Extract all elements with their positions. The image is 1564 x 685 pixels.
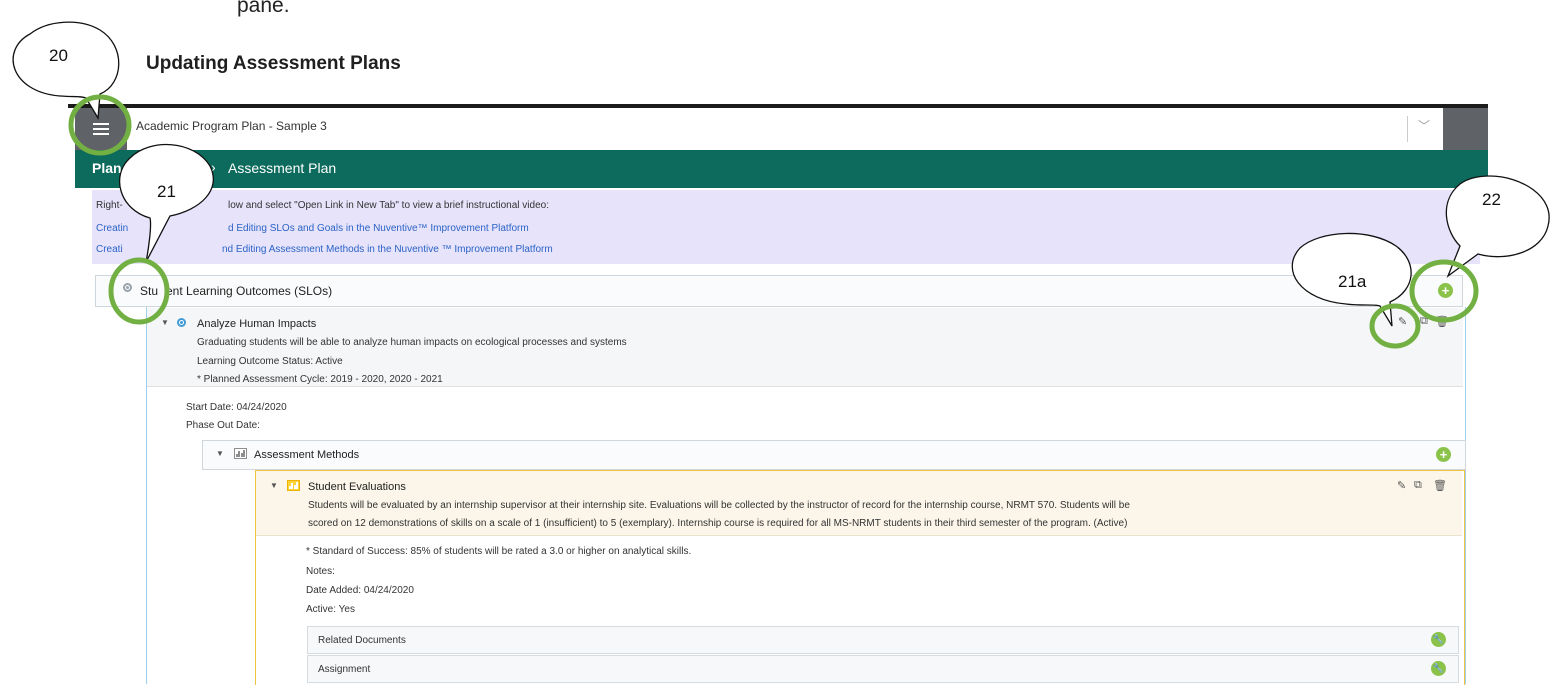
callout-20-number: 20 (49, 46, 68, 65)
callout-20-bubble (12, 21, 120, 121)
callout-20-ring (68, 94, 132, 156)
callout-22-number: 22 (1482, 190, 1501, 209)
callout-21a-number: 21a (1338, 272, 1367, 291)
callout-21-number: 21 (157, 182, 176, 201)
callout-21-bubble (119, 143, 214, 263)
callout-overlay (12, 21, 1550, 349)
callout-21-ring (108, 257, 170, 325)
callout-21a-ring (1369, 303, 1421, 349)
callout-22-ring (1409, 259, 1479, 323)
